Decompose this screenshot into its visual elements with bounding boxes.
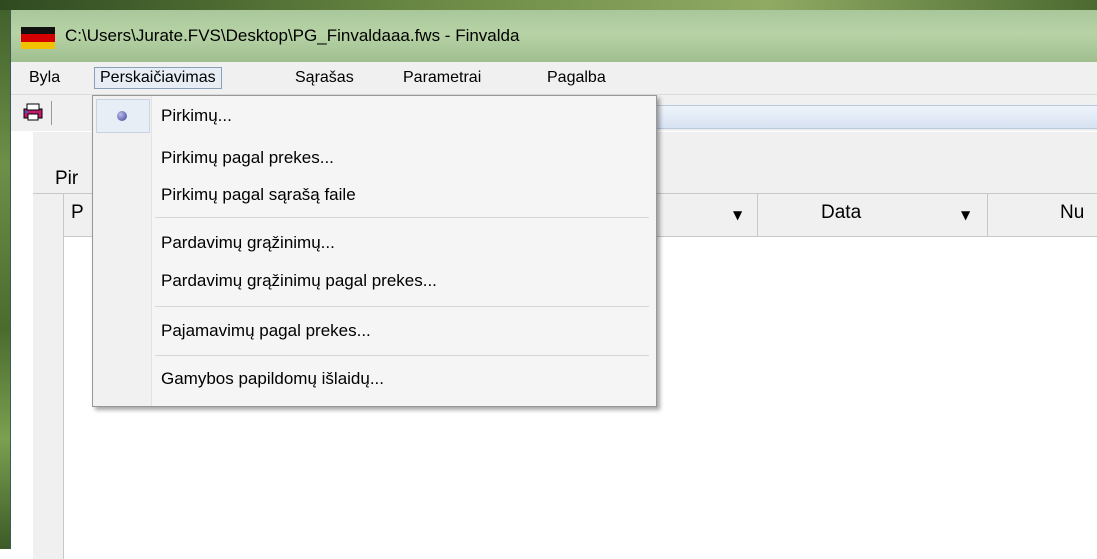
menu-item-pirkimu[interactable]: Pirkimų... [161,101,232,131]
menu-perskaiciavimas[interactable]: Perskaičiavimas [94,67,222,89]
column-header-data[interactable]: Data [821,202,861,224]
radio-selected-icon [117,111,127,121]
column-divider [757,194,758,236]
menu-sarasas[interactable]: Sąrašas [291,68,358,88]
menu-item-pardavimu-grazinimu-pagal-prekes[interactable]: Pardavimų grąžinimų pagal prekes... [161,266,437,296]
menu-item-pardavimu-grazinimu[interactable]: Pardavimų grąžinimų... [161,228,335,258]
menu-separator [155,306,649,307]
title-bar[interactable]: C:\Users\Jurate.FVS\Desktop\PG_Finvaldaa… [11,10,1097,63]
print-icon[interactable] [22,102,44,122]
menu-bar: Byla Perskaičiavimas Sąrašas Parametrai … [11,62,1097,95]
desktop-background-top [0,0,1097,10]
tab-active[interactable]: Pir [55,168,78,190]
window-title: C:\Users\Jurate.FVS\Desktop\PG_Finvaldaa… [65,26,520,45]
grid-corner [33,194,64,236]
toolbar-separator [51,101,52,125]
menu-byla[interactable]: Byla [25,68,64,88]
menu-item-pajamavimu-pagal-prekes[interactable]: Pajamavimų pagal prekes... [161,316,371,346]
row-header-column [33,236,64,559]
column-header-nu[interactable]: Nu [1060,202,1084,224]
app-flag-icon [21,27,55,49]
menu-parametrai[interactable]: Parametrai [399,68,485,88]
menu-gutter [93,96,152,406]
column-header-1[interactable]: P [71,202,84,224]
menu-item-pirkimu-pagal-sarasa[interactable]: Pirkimų pagal sąrašą faile [161,180,356,210]
column-divider [987,194,988,236]
menu-separator [155,355,649,356]
menu-separator [155,217,649,218]
column-data-dropdown-icon[interactable]: ▼ [961,208,970,222]
perskaiciavimas-dropdown-menu: Pirkimų... Pirkimų pagal prekes... Pirki… [92,95,657,407]
menu-item-gamybos-papildomu-islaidu[interactable]: Gamybos papildomų išlaidų... [161,364,384,394]
menu-pagalba[interactable]: Pagalba [543,68,610,88]
column-1-dropdown-icon[interactable]: ▼ [733,208,742,222]
selected-item-highlight [96,99,150,133]
menu-item-pirkimu-pagal-prekes[interactable]: Pirkimų pagal prekes... [161,143,334,173]
